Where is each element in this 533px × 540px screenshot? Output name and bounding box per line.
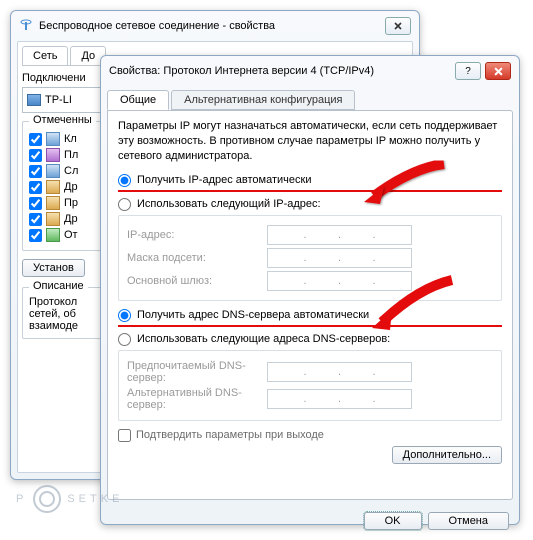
- radio-dns-auto-label: Получить адрес DNS-сервера автоматически: [137, 309, 369, 321]
- component-icon: [46, 164, 60, 178]
- tab-alt-config[interactable]: Альтернативная конфигурация: [171, 90, 355, 110]
- component-icon: [46, 180, 60, 194]
- window-title: Свойства: Протокол Интернета версии 4 (T…: [109, 65, 451, 77]
- gateway-label: Основной шлюз:: [127, 275, 267, 287]
- highlight-underline: [118, 190, 502, 192]
- info-text: Параметры IP могут назначаться автоматич…: [118, 119, 502, 164]
- component-icon: [46, 228, 60, 242]
- cancel-button[interactable]: Отмена: [428, 512, 509, 530]
- nic-icon: [27, 94, 41, 106]
- radio-row: Использовать следующие адреса DNS-сервер…: [118, 333, 502, 346]
- confirm-label: Подтвердить параметры при выходе: [136, 429, 324, 441]
- close-button[interactable]: [385, 17, 411, 35]
- titlebar: Свойства: Протокол Интернета версии 4 (T…: [101, 56, 519, 86]
- preferred-dns-field: [267, 362, 412, 382]
- adapter-name: TP-LI: [45, 94, 72, 106]
- advanced-button[interactable]: Дополнительно...: [392, 446, 502, 464]
- install-button[interactable]: Установ: [22, 259, 85, 277]
- radio-row: Получить адрес DNS-сервера автоматически: [118, 309, 502, 322]
- network-icon: [19, 19, 33, 33]
- component-checkbox[interactable]: [29, 181, 42, 194]
- help-button[interactable]: ?: [455, 62, 481, 80]
- manual-dns-group: Предпочитаемый DNS-сервер: Альтернативны…: [118, 350, 502, 421]
- tabstrip: Общие Альтернативная конфигурация: [101, 86, 519, 110]
- radio-dns-manual-label: Использовать следующие адреса DNS-сервер…: [137, 333, 390, 345]
- tab-network[interactable]: Сеть: [22, 46, 68, 65]
- highlight-underline: [118, 325, 502, 327]
- component-icon: [46, 148, 60, 162]
- preferred-dns-label: Предпочитаемый DNS-сервер:: [127, 360, 267, 384]
- manual-ip-group: IP-адрес: Маска подсети: Основной шлюз:: [118, 215, 502, 301]
- window-title: Беспроводное сетевое соединение - свойст…: [39, 20, 381, 32]
- subnet-mask-label: Маска подсети:: [127, 252, 267, 264]
- component-icon: [46, 212, 60, 226]
- description-legend: Описание: [29, 280, 88, 292]
- ok-button[interactable]: OK: [364, 512, 422, 530]
- close-button[interactable]: [485, 62, 511, 80]
- ip-address-field: [267, 225, 412, 245]
- component-checkbox[interactable]: [29, 197, 42, 210]
- general-pane: Параметры IP могут назначаться автоматич…: [107, 110, 513, 500]
- components-legend: Отмеченны: [29, 114, 96, 126]
- alternate-dns-field: [267, 389, 412, 409]
- component-icon: [46, 132, 60, 146]
- radio-dns-auto[interactable]: [118, 309, 131, 322]
- watermark-ring-icon: [33, 485, 61, 513]
- ipv4-properties-window: Свойства: Протокол Интернета версии 4 (T…: [100, 55, 520, 525]
- radio-ip-manual[interactable]: [118, 198, 131, 211]
- component-checkbox[interactable]: [29, 229, 42, 242]
- gateway-field: [267, 271, 412, 291]
- radio-ip-auto-label: Получить IP-адрес автоматически: [137, 174, 311, 186]
- radio-ip-auto[interactable]: [118, 174, 131, 187]
- titlebar: Беспроводное сетевое соединение - свойст…: [11, 11, 419, 41]
- ip-address-label: IP-адрес:: [127, 229, 267, 241]
- component-checkbox[interactable]: [29, 133, 42, 146]
- component-icon: [46, 196, 60, 210]
- confirm-checkbox[interactable]: [118, 429, 131, 442]
- radio-ip-manual-label: Использовать следующий IP-адрес:: [137, 198, 321, 210]
- radio-dns-manual[interactable]: [118, 333, 131, 346]
- subnet-mask-field: [267, 248, 412, 268]
- confirm-row: Подтвердить параметры при выходе: [118, 429, 502, 442]
- component-checkbox[interactable]: [29, 149, 42, 162]
- component-checkbox[interactable]: [29, 165, 42, 178]
- radio-row: Получить IP-адрес автоматически: [118, 174, 502, 187]
- alternate-dns-label: Альтернативный DNS-сервер:: [127, 387, 267, 411]
- tab-general[interactable]: Общие: [107, 90, 169, 110]
- component-checkbox[interactable]: [29, 213, 42, 226]
- radio-row: Использовать следующий IP-адрес:: [118, 198, 502, 211]
